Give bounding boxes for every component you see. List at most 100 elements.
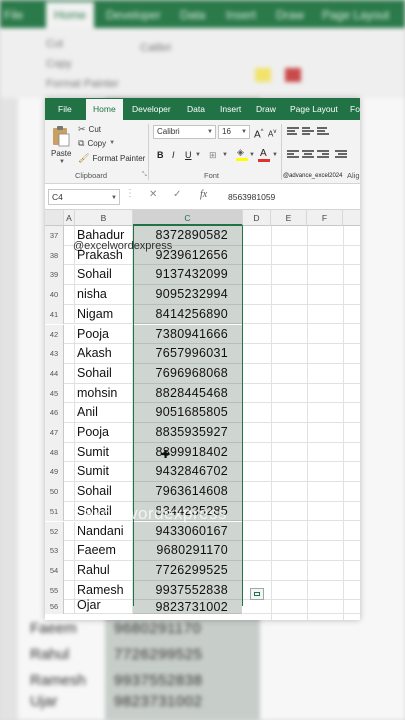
cell-name[interactable]: nisha: [75, 285, 133, 305]
row-header[interactable]: 47: [45, 423, 64, 443]
underline-button[interactable]: U: [185, 148, 192, 162]
empty-cells[interactable]: [243, 305, 360, 325]
align-center-icon[interactable]: [302, 150, 314, 160]
paste-icon[interactable]: [52, 125, 70, 147]
align-left-icon[interactable]: [287, 150, 299, 160]
cell-a[interactable]: [64, 580, 75, 601]
cell-a[interactable]: [64, 482, 75, 502]
cell-a[interactable]: [64, 521, 75, 542]
format-painter-button[interactable]: 🖌 Format Painter: [78, 152, 145, 164]
empty-cells[interactable]: [243, 285, 360, 305]
column-header-f[interactable]: F: [307, 210, 343, 226]
column-header-c[interactable]: C: [133, 210, 243, 226]
cell-name[interactable]: Rahul: [75, 560, 133, 581]
column-header-b[interactable]: B: [75, 210, 133, 226]
empty-cells[interactable]: [243, 522, 360, 542]
empty-cells[interactable]: [243, 403, 360, 423]
cell-a[interactable]: [64, 560, 75, 581]
cell-a[interactable]: [64, 600, 75, 615]
chevron-down-icon[interactable]: ▼: [249, 148, 255, 162]
align-right-icon[interactable]: [317, 150, 329, 160]
cell-name[interactable]: Sumit: [75, 462, 133, 483]
row-header[interactable]: 43: [45, 344, 64, 364]
cell-a[interactable]: [64, 541, 75, 561]
decrease-indent-icon[interactable]: [335, 150, 347, 160]
align-top-icon[interactable]: [287, 127, 299, 137]
quick-analysis-button[interactable]: [250, 588, 264, 600]
select-all-corner[interactable]: [45, 210, 64, 226]
cell-a[interactable]: [64, 324, 75, 345]
formula-input[interactable]: 8563981059: [228, 189, 275, 205]
row-header[interactable]: 41: [45, 304, 64, 325]
chevron-down-icon[interactable]: ▼: [222, 148, 228, 162]
cell-a[interactable]: [64, 265, 75, 286]
row-header[interactable]: 42: [45, 324, 64, 345]
insert-function-icon[interactable]: fx: [200, 189, 207, 200]
row-header[interactable]: 49: [45, 462, 64, 483]
row-header[interactable]: 40: [45, 285, 64, 305]
italic-button[interactable]: I: [172, 148, 175, 162]
align-middle-icon[interactable]: [302, 127, 314, 137]
cell-a[interactable]: [64, 403, 75, 423]
empty-cells[interactable]: [243, 502, 360, 522]
cell-a[interactable]: [64, 285, 75, 305]
dialog-launcher-icon[interactable]: ⤡: [142, 172, 147, 179]
column-header-e[interactable]: E: [271, 210, 307, 226]
tab-file[interactable]: File: [58, 98, 72, 120]
empty-cells[interactable]: [243, 443, 360, 463]
cell-name[interactable]: Anil: [75, 403, 133, 423]
chevron-down-icon[interactable]: ▼: [59, 159, 65, 165]
shrink-font-button[interactable]: Av: [268, 125, 276, 139]
confirm-icon[interactable]: ✓: [173, 189, 181, 200]
cell-a[interactable]: [64, 383, 75, 404]
empty-cells[interactable]: [243, 600, 360, 615]
empty-cells[interactable]: [243, 384, 360, 404]
row-header[interactable]: 55: [45, 580, 64, 601]
cell-name[interactable]: Pooja: [75, 423, 133, 443]
empty-cells[interactable]: [243, 265, 360, 286]
row-header[interactable]: 50: [45, 482, 64, 502]
cell-a[interactable]: [64, 304, 75, 325]
empty-cells[interactable]: [243, 344, 360, 364]
cell-name[interactable]: Sohail: [75, 363, 133, 384]
row-header[interactable]: 53: [45, 541, 64, 561]
font-name-select[interactable]: Calibri ▼: [153, 125, 216, 139]
cell-name[interactable]: Nigam: [75, 304, 133, 325]
cell-a[interactable]: [64, 344, 75, 364]
row-header[interactable]: 37: [45, 226, 64, 246]
tab-page-layout[interactable]: Page Layout: [290, 98, 338, 120]
copy-button[interactable]: ⧉ Copy ▼: [78, 137, 115, 149]
chevron-down-icon[interactable]: ▼: [272, 148, 278, 162]
empty-cells[interactable]: [243, 364, 360, 384]
grow-font-button[interactable]: A^: [254, 125, 264, 140]
column-header-a[interactable]: A: [64, 210, 75, 226]
row-header[interactable]: 56: [45, 600, 64, 615]
cell-a[interactable]: [64, 462, 75, 483]
font-size-select[interactable]: 16 ▼: [218, 125, 250, 139]
row-header[interactable]: 52: [45, 521, 64, 542]
font-color-button[interactable]: A: [258, 148, 270, 162]
bold-button[interactable]: B: [157, 148, 164, 162]
align-bottom-icon[interactable]: [317, 127, 329, 137]
cut-button[interactable]: ✂ Cut: [78, 123, 101, 135]
cancel-icon[interactable]: ✕: [149, 189, 157, 200]
cell-name[interactable]: Nandani: [75, 521, 133, 542]
cell-name[interactable]: Sohail: [75, 482, 133, 502]
empty-cells[interactable]: [243, 561, 360, 581]
cell-a[interactable]: [64, 363, 75, 384]
cell-name[interactable]: Pooja: [75, 324, 133, 345]
empty-cells[interactable]: [243, 246, 360, 266]
cell-name[interactable]: Ojar: [75, 599, 133, 615]
empty-cells[interactable]: [243, 325, 360, 345]
row-header[interactable]: 54: [45, 560, 64, 581]
tab-insert[interactable]: Insert: [220, 98, 241, 120]
row-header[interactable]: 46: [45, 403, 64, 423]
empty-cells[interactable]: [243, 541, 360, 561]
tab-formulas[interactable]: Fo: [350, 98, 360, 120]
column-header-g[interactable]: [343, 210, 360, 226]
row-header[interactable]: 44: [45, 363, 64, 384]
tab-draw[interactable]: Draw: [256, 98, 276, 120]
tab-developer[interactable]: Developer: [132, 98, 171, 120]
tab-home[interactable]: Home: [86, 99, 123, 120]
tab-data[interactable]: Data: [187, 98, 205, 120]
